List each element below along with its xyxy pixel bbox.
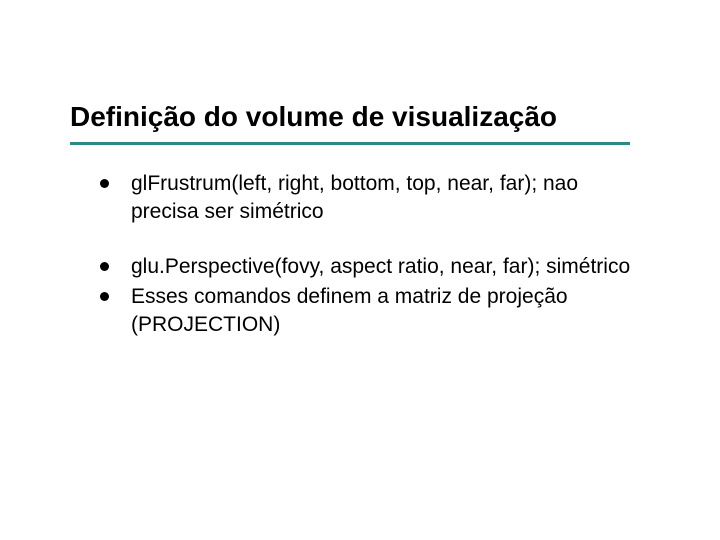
bullet-icon: [100, 262, 109, 271]
list-item-text: Esses comandos definem a matriz de proje…: [131, 283, 640, 340]
bullet-icon: [100, 179, 109, 188]
list-item-text: glFrustrum(left, right, bottom, top, nea…: [131, 170, 640, 227]
title-wrap: Definição do volume de visualização: [70, 100, 660, 145]
slide: Definição do volume de visualização glFr…: [0, 0, 720, 540]
list-item-text: glu.Perspective(fovy, aspect ratio, near…: [131, 253, 630, 281]
title-underline: [70, 142, 630, 145]
bullet-group: glFrustrum(left, right, bottom, top, nea…: [100, 170, 640, 227]
slide-title: Definição do volume de visualização: [70, 100, 660, 140]
list-item: Esses comandos definem a matriz de proje…: [100, 283, 640, 340]
list-item: glFrustrum(left, right, bottom, top, nea…: [100, 170, 640, 227]
slide-body: glFrustrum(left, right, bottom, top, nea…: [100, 170, 640, 366]
list-item: glu.Perspective(fovy, aspect ratio, near…: [100, 253, 640, 281]
bullet-icon: [100, 292, 109, 301]
bullet-group: glu.Perspective(fovy, aspect ratio, near…: [100, 253, 640, 340]
